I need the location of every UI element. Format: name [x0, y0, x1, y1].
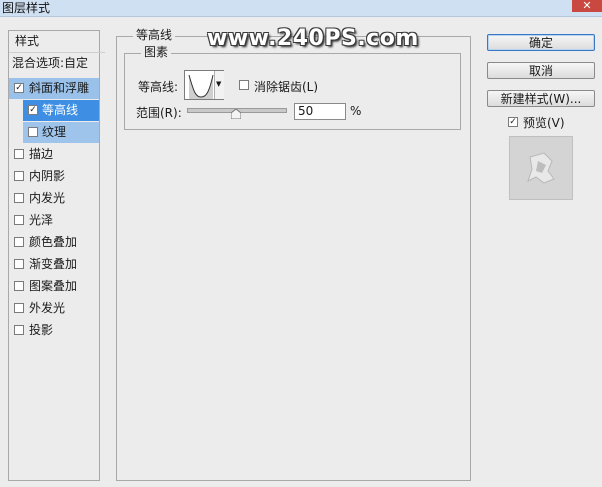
new-style-button[interactable]: 新建样式(W)...	[487, 90, 595, 107]
sidebar-item-satin[interactable]: 光泽	[9, 210, 99, 231]
sidebar-item-inner-shadow[interactable]: 内阴影	[9, 166, 99, 187]
antialias-label: 消除锯齿(L)	[254, 80, 319, 94]
sidebar-item-label: 外发光	[29, 301, 66, 315]
sidebar-item-blending-options[interactable]: 混合选项:自定	[9, 53, 99, 74]
checkbox-drop-shadow[interactable]	[14, 325, 24, 335]
range-input[interactable]: 50	[294, 103, 346, 120]
contour-group-title: 等高线	[133, 28, 176, 42]
sidebar-item-label: 图案叠加	[29, 279, 78, 293]
checkbox-satin[interactable]	[14, 215, 24, 225]
sidebar-item-label: 内发光	[29, 191, 66, 205]
styles-list: 样式 混合选项:自定 ✓ 斜面和浮雕 ✓ 等高线 纹理 描边 内阴影 内发光 光…	[8, 30, 105, 481]
ok-button[interactable]: 确定	[487, 34, 595, 51]
sidebar-item-outer-glow[interactable]: 外发光	[9, 298, 99, 319]
preview-label: 预览(V)	[523, 116, 565, 130]
sidebar-item-label: 斜面和浮雕	[29, 81, 90, 95]
preview-checkbox[interactable]: ✓	[508, 117, 518, 127]
checkbox-gradient-overlay[interactable]	[14, 259, 24, 269]
checkbox-pattern-overlay[interactable]	[14, 281, 24, 291]
range-slider-handle[interactable]	[230, 108, 242, 120]
sidebar-item-texture[interactable]: 纹理	[23, 122, 99, 143]
sidebar-item-bevel-emboss[interactable]: ✓ 斜面和浮雕	[9, 78, 99, 99]
sidebar-item-gradient-overlay[interactable]: 渐变叠加	[9, 254, 99, 275]
chevron-down-icon: ▼	[216, 80, 222, 88]
close-icon: ✕	[582, 0, 592, 12]
sidebar-item-stroke[interactable]: 描边	[9, 144, 99, 165]
sidebar-item-label: 投影	[29, 323, 54, 337]
checkbox-bevel-emboss[interactable]: ✓	[14, 83, 24, 93]
sidebar-item-label: 渐变叠加	[29, 257, 78, 271]
checkbox-color-overlay[interactable]	[14, 237, 24, 247]
sidebar-item-label: 混合选项:自定	[12, 56, 89, 70]
antialias-checkbox[interactable]	[239, 80, 249, 90]
sidebar-item-label: 光泽	[29, 213, 54, 227]
checkbox-texture[interactable]	[28, 127, 38, 137]
sidebar-item-label: 颜色叠加	[29, 235, 78, 249]
watermark-text: www.240PS.com	[207, 26, 419, 51]
sidebar-item-color-overlay[interactable]: 颜色叠加	[9, 232, 99, 253]
style-preview-thumbnail	[509, 136, 573, 200]
styles-header-label: 样式	[15, 34, 40, 48]
elements-group-title: 图素	[141, 45, 172, 59]
cancel-button[interactable]: 取消	[487, 62, 595, 79]
sidebar-item-label: 描边	[29, 147, 54, 161]
sidebar-item-pattern-overlay[interactable]: 图案叠加	[9, 276, 99, 297]
sidebar-item-label: 纹理	[42, 125, 67, 139]
close-button[interactable]: ✕	[572, 0, 602, 12]
sidebar-item-label: 等高线	[42, 103, 79, 117]
window-title: 图层样式	[2, 1, 51, 15]
sidebar-item-drop-shadow[interactable]: 投影	[9, 320, 99, 341]
range-unit: %	[350, 104, 362, 118]
checkbox-stroke[interactable]	[14, 149, 24, 159]
checkbox-contour[interactable]: ✓	[28, 105, 38, 115]
checkbox-inner-glow[interactable]	[14, 193, 24, 203]
preview-image	[510, 137, 572, 199]
contour-dropdown[interactable]: ▼	[214, 71, 224, 99]
checkbox-inner-shadow[interactable]	[14, 171, 24, 181]
sidebar-item-inner-glow[interactable]: 内发光	[9, 188, 99, 209]
checkbox-outer-glow[interactable]	[14, 303, 24, 313]
range-label: 范围(R):	[136, 106, 182, 120]
title-bar: 图层样式 ✕	[0, 0, 602, 17]
sidebar-item-contour[interactable]: ✓ 等高线	[23, 100, 99, 121]
contour-picker[interactable]: ▼	[184, 70, 224, 100]
contour-label: 等高线:	[138, 80, 179, 94]
styles-list-header[interactable]: 样式	[9, 31, 105, 53]
sidebar-item-label: 内阴影	[29, 169, 66, 183]
